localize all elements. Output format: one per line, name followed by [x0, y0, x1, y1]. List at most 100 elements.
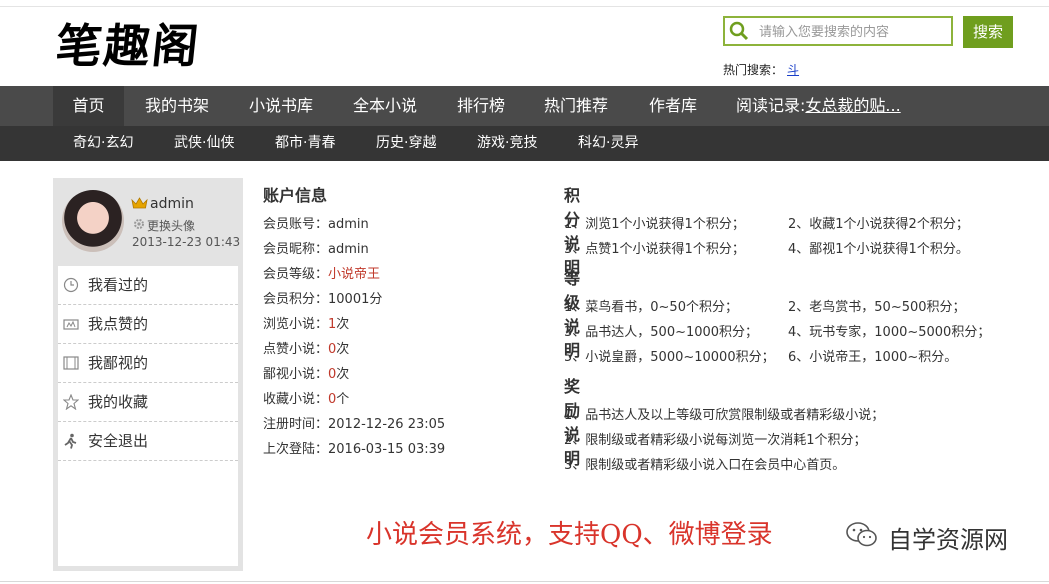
hot-search: 热门搜索：斗 [723, 61, 799, 78]
account-label: 点赞小说： [263, 342, 329, 357]
levels-item: 3、品书达人，500~1000积分； [564, 325, 759, 340]
promo-banner: 小说会员系统，支持QQ、微博登录 [366, 520, 773, 550]
account-row: 会员积分：10001分 [263, 288, 382, 307]
nav-ranking[interactable]: 排行榜 [457, 86, 505, 126]
account-row: 点赞小说：0次 [263, 338, 349, 357]
star-icon [63, 394, 79, 410]
menu-item-disliked[interactable]: 我鄙视的 [58, 344, 238, 383]
account-row: 会员等级：小说帝王 [263, 263, 380, 282]
account-unit: 次 [336, 342, 350, 357]
menu-item-label: 安全退出 [88, 432, 149, 450]
search-box [723, 16, 953, 46]
nav-home[interactable]: 首页 [53, 86, 124, 126]
account-value: admin [328, 217, 369, 232]
levels-item: 5、小说皇爵，5000~10000积分； [564, 350, 775, 365]
account-row: 收藏小说：0个 [263, 388, 349, 407]
nav-bookshelf[interactable]: 我的书架 [145, 86, 209, 126]
menu-item-label: 我的收藏 [88, 393, 149, 411]
account-row: 浏览小说：1次 [263, 313, 349, 332]
account-value: 2012-12-26 23:05 [328, 417, 446, 432]
member-level: 小说帝王 [328, 267, 381, 282]
nav-library[interactable]: 小说书库 [249, 86, 313, 126]
levels-item: 6、小说帝王，1000~积分。 [788, 350, 958, 365]
nav-reading-history: 阅读记录:女总裁的贴... [736, 86, 901, 126]
rewards-item: 3、限制级或者精彩级小说入口在会员中心首页。 [564, 458, 846, 473]
points-item: 1、浏览1个小说获得1个积分； [564, 217, 745, 232]
account-row: 上次登陆：2016-03-15 03:39 [263, 438, 445, 457]
account-label: 会员等级： [263, 267, 329, 282]
nav-complete[interactable]: 全本小说 [353, 86, 417, 126]
menu-item-favorites[interactable]: 我的收藏 [58, 383, 238, 422]
category-scifi[interactable]: 科幻·灵异 [578, 126, 638, 161]
clock-icon [63, 277, 79, 293]
account-value: 2016-03-15 03:39 [328, 442, 446, 457]
account-label: 浏览小说： [263, 317, 329, 332]
search-icon [729, 21, 749, 41]
account-unit: 个 [336, 392, 350, 407]
film-icon [63, 356, 79, 370]
reading-history-label: 阅读记录: [736, 96, 806, 115]
account-label: 上次登陆： [263, 442, 329, 457]
account-unit: 次 [336, 367, 350, 382]
account-title: 账户信息 [263, 186, 328, 205]
avatar[interactable] [62, 190, 124, 252]
account-value: 10001分 [328, 292, 383, 307]
username: admin [150, 196, 194, 212]
account-label: 收藏小说： [263, 392, 329, 407]
wechat-icon [846, 522, 877, 547]
account-value: admin [328, 242, 369, 257]
category-history[interactable]: 历史·穿越 [376, 126, 436, 161]
nav-authors[interactable]: 作者库 [649, 86, 697, 126]
menu-item-label: 我点赞的 [88, 315, 149, 333]
account-row: 注册时间：2012-12-26 23:05 [263, 413, 445, 432]
menu-item-logout[interactable]: 安全退出 [58, 422, 238, 461]
menu-item-liked[interactable]: 我点赞的 [58, 305, 238, 344]
category-fantasy[interactable]: 奇幻·玄幻 [73, 126, 133, 161]
levels-item: 1、菜鸟看书，0~50个积分； [564, 300, 738, 315]
member-menu: 我看过的 我点赞的 我鄙视的 我的收藏 安全退出 [58, 266, 238, 566]
profile-date: 2013-12-23 01:43 [132, 235, 241, 249]
account-label: 鄙视小说： [263, 367, 329, 382]
change-avatar-link[interactable]: 更换头像 [147, 217, 195, 234]
account-label: 会员昵称： [263, 242, 329, 257]
search-button[interactable]: 搜索 [963, 16, 1013, 48]
account-label: 注册时间： [263, 417, 329, 432]
levels-item: 2、老鸟赏书，50~500积分； [788, 300, 966, 315]
crown-icon [131, 197, 148, 209]
account-info: 账户信息 会员账号：admin 会员昵称：admin 会员等级：小说帝王 会员积… [263, 182, 445, 457]
category-nav: 奇幻·玄幻 武侠·仙侠 都市·青春 历史·穿越 游戏·竞技 科幻·灵异 [0, 126, 1049, 161]
points-item: 3、点赞1个小说获得1个积分； [564, 242, 745, 257]
thumb-icon [63, 319, 79, 330]
profile-card: admin 更换头像 2013-12-23 01:43 [53, 178, 243, 264]
gear-icon [134, 219, 144, 229]
account-label: 会员账号： [263, 217, 329, 232]
account-unit: 次 [336, 317, 350, 332]
account-row: 会员账号：admin [263, 213, 369, 232]
top-border [0, 0, 1049, 7]
points-item: 2、收藏1个小说获得2个积分； [788, 217, 969, 232]
account-row: 鄙视小说：0次 [263, 363, 349, 382]
levels-item: 4、玩书专家，1000~5000积分； [788, 325, 991, 340]
rewards-item: 1、品书达人及以上等级可欣赏限制级或者精彩级小说； [564, 408, 885, 423]
nav-recommend[interactable]: 热门推荐 [544, 86, 608, 126]
account-row: 会员昵称：admin [263, 238, 369, 257]
running-man-icon [64, 433, 77, 449]
category-gaming[interactable]: 游戏·竞技 [477, 126, 537, 161]
main-nav: 首页 我的书架 小说书库 全本小说 排行榜 热门推荐 作者库 阅读记录:女总裁的… [0, 86, 1049, 126]
watermark-text: 自学资源网 [888, 526, 1008, 554]
sidebar: admin 更换头像 2013-12-23 01:43 我看过的 我点赞的 我鄙… [53, 178, 243, 571]
category-wuxia[interactable]: 武侠·仙侠 [174, 126, 234, 161]
hot-search-label: 热门搜索： [723, 63, 784, 77]
rewards-item: 2、限制级或者精彩级小说每浏览一次消耗1个积分； [564, 433, 867, 448]
menu-item-viewed[interactable]: 我看过的 [58, 266, 238, 305]
menu-item-label: 我鄙视的 [88, 354, 149, 372]
account-label: 会员积分： [263, 292, 329, 307]
points-item: 4、鄙视1个小说获得1个积分。 [788, 242, 969, 257]
reading-history-link[interactable]: 女总裁的贴... [805, 96, 900, 115]
hot-search-link[interactable]: 斗 [787, 63, 799, 77]
bottom-border [0, 581, 1049, 582]
site-logo[interactable]: 笔趣阁 [53, 18, 203, 74]
search-input[interactable] [757, 20, 951, 44]
menu-item-label: 我看过的 [88, 276, 149, 294]
category-urban[interactable]: 都市·青春 [275, 126, 335, 161]
